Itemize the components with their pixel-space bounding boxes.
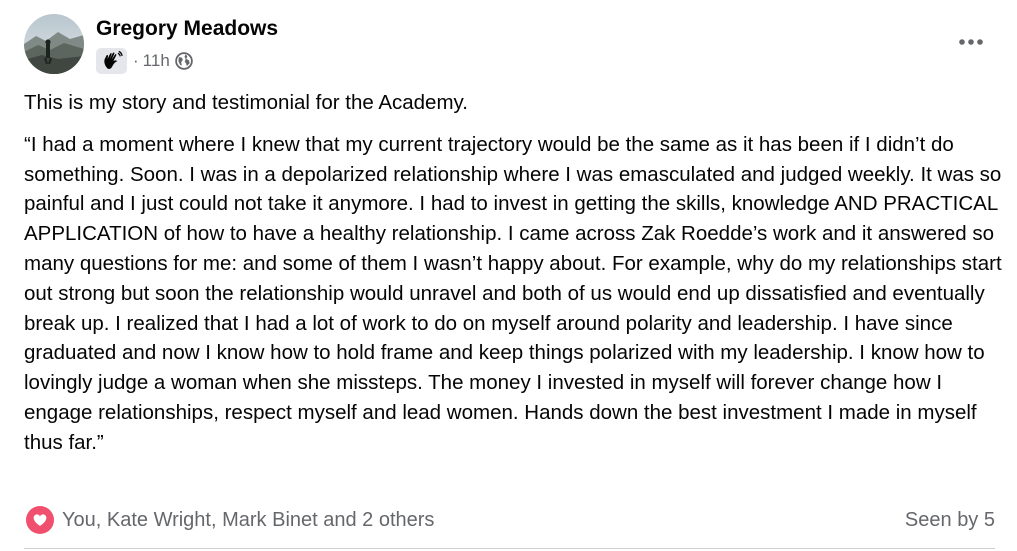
post-meta: Gregory Meadows · 11h — [96, 14, 278, 74]
footer-divider — [24, 548, 995, 549]
more-options-icon[interactable] — [955, 28, 987, 56]
post-timestamp[interactable]: 11h — [143, 50, 170, 72]
seen-by-count[interactable]: Seen by 5 — [905, 509, 995, 532]
post-testimonial: “I had a moment where I knew that my cur… — [24, 132, 1008, 454]
globe-icon[interactable] — [175, 52, 193, 70]
mountain-landscape-avatar-icon — [24, 14, 84, 74]
post-subline: · 11h — [96, 48, 278, 74]
reactions-summary[interactable]: You, Kate Wright, Mark Binet and 2 other… — [26, 506, 434, 534]
post-card: Gregory Meadows · 11h This is my story a… — [0, 0, 1017, 551]
post-body: This is my story and testimonial for the… — [24, 88, 1004, 458]
post-header: Gregory Meadows · 11h — [24, 14, 278, 76]
author-avatar[interactable] — [24, 14, 84, 74]
heart-love-icon — [26, 506, 54, 534]
waving-hand-icon[interactable] — [96, 48, 127, 74]
post-footer: You, Kate Wright, Mark Binet and 2 other… — [26, 504, 995, 536]
meta-separator: · — [133, 51, 139, 70]
author-name[interactable]: Gregory Meadows — [96, 16, 278, 42]
reactions-names: You, Kate Wright, Mark Binet and 2 other… — [62, 508, 435, 531]
post-intro: This is my story and testimonial for the… — [24, 91, 468, 114]
